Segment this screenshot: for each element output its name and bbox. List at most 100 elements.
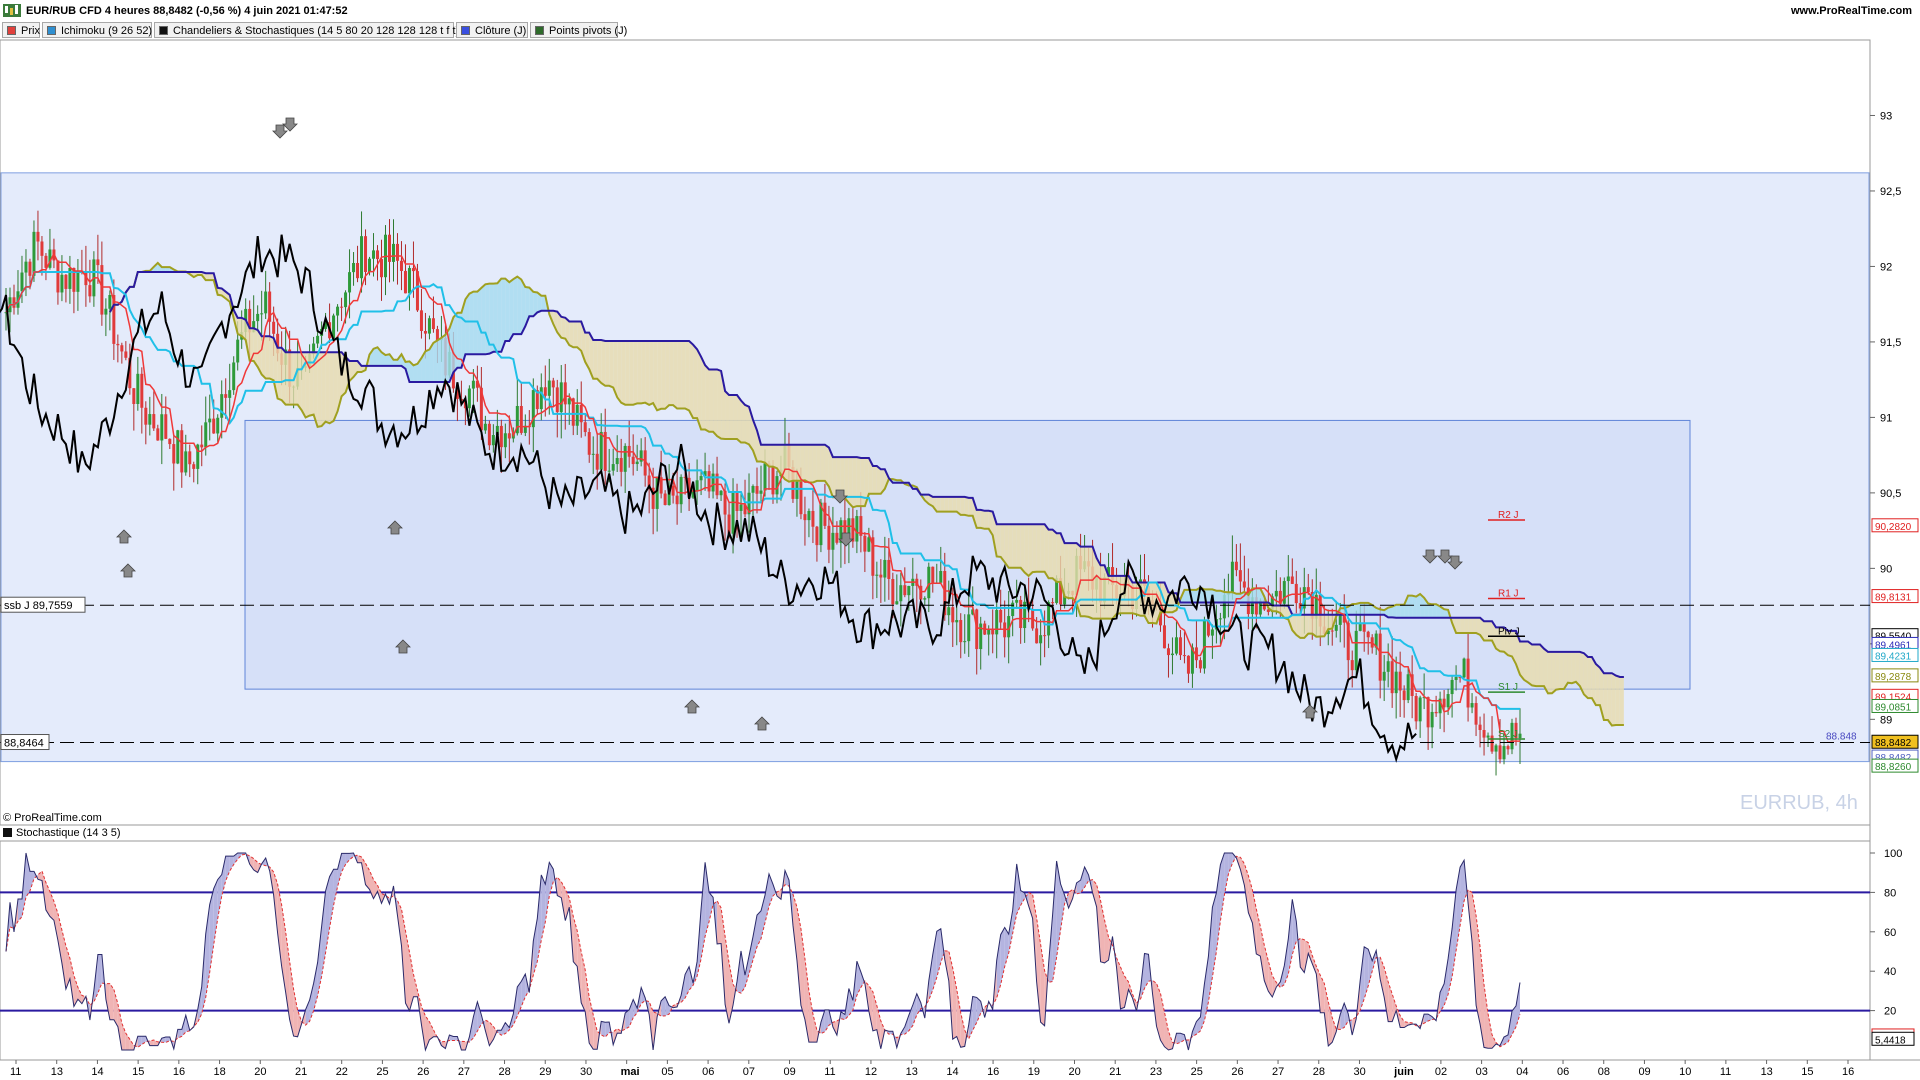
kumo-segment	[725, 391, 730, 440]
candle-body	[376, 250, 380, 260]
kumo-segment	[1072, 543, 1077, 604]
candle-body	[1462, 658, 1466, 678]
kumo-segment	[649, 340, 654, 405]
candle-body	[903, 585, 907, 596]
kumo-segment	[1216, 590, 1221, 603]
candle-body	[771, 466, 775, 495]
kumo-segment	[641, 340, 646, 404]
candle-body	[759, 490, 763, 494]
candle-body	[963, 641, 967, 643]
candle-body	[991, 629, 995, 635]
candle-body	[1210, 629, 1214, 636]
candle-body	[679, 476, 683, 505]
stochastic-color-icon	[3, 828, 12, 837]
stochastic-title-label: Stochastique (14 3 5)	[16, 827, 121, 839]
candle-body	[200, 444, 204, 448]
candle-body	[391, 243, 395, 262]
candle-body	[352, 262, 356, 273]
candle-body	[755, 486, 759, 494]
kumo-segment	[1088, 546, 1093, 619]
kumo-segment	[373, 347, 378, 366]
kumo-segment	[1028, 524, 1033, 576]
x-axis-label: 29	[539, 1066, 551, 1078]
candle-body	[108, 294, 112, 309]
candle-body	[795, 481, 799, 499]
kumo-segment	[1472, 617, 1477, 634]
kumo-segment	[497, 278, 502, 352]
kumo-segment	[297, 352, 302, 411]
candle-body	[491, 435, 495, 446]
kumo-segment	[673, 340, 678, 409]
x-axis-label: 25	[376, 1066, 388, 1078]
stochastic-fill-segment	[1176, 1033, 1181, 1044]
candle-body	[1242, 581, 1246, 588]
candle-body	[1290, 576, 1294, 584]
candle-body	[503, 433, 507, 448]
kumo-segment	[205, 273, 210, 281]
candle-body	[180, 430, 184, 473]
x-axis-label: 14	[946, 1066, 958, 1078]
kumo-segment	[1036, 524, 1041, 572]
candle-body	[1354, 630, 1358, 671]
kumo-segment	[804, 444, 809, 483]
candle-body	[1450, 679, 1454, 695]
kumo-segment	[281, 347, 286, 405]
x-axis-label: 16	[1842, 1066, 1854, 1078]
candle-body	[1498, 745, 1502, 760]
candle-body	[575, 404, 579, 426]
candle-body	[176, 430, 180, 464]
candle-body	[1490, 735, 1494, 752]
candle-body	[867, 537, 871, 552]
kumo-segment	[441, 334, 446, 382]
candle-body	[951, 607, 955, 623]
kumo-segment	[713, 369, 718, 437]
stochastic-title[interactable]: Stochastique (14 3 5)	[0, 825, 160, 841]
candle-body	[1466, 658, 1470, 708]
kumo-segment	[1551, 651, 1556, 694]
kumo-segment	[1456, 617, 1461, 634]
candle-body	[12, 297, 16, 308]
kumo-segment	[681, 340, 686, 409]
candle-body	[136, 373, 140, 404]
kumo-segment	[277, 347, 282, 401]
x-axis-label: 16	[173, 1066, 185, 1078]
candle-body	[1198, 660, 1202, 669]
right-price-label: 89,2878	[1875, 672, 1912, 683]
stochastic-axis-label: 20	[1884, 1006, 1896, 1018]
x-axis-label: 13	[51, 1066, 63, 1078]
instrument-watermark: EURRUB, 4h	[1740, 792, 1858, 814]
candle-body	[260, 313, 264, 315]
stochastic-fill-segment	[453, 1036, 458, 1041]
candle-body	[256, 313, 260, 322]
candle-body	[1486, 735, 1490, 738]
candle-body	[595, 453, 599, 470]
price-chart[interactable]: R2 J R1 J Piv J S1 J S2 J 88.848 ssb J 89,7559…	[0, 0, 1920, 1080]
candle-body	[471, 380, 475, 389]
candle-body	[168, 438, 172, 445]
candle-body	[216, 417, 220, 434]
kumo-segment	[609, 340, 614, 388]
kumo-segment	[1559, 651, 1564, 689]
candle-body	[699, 476, 703, 481]
range-box-inner	[244, 419, 1691, 690]
kumo-segment	[848, 457, 853, 508]
candle-body	[975, 609, 979, 650]
kumo-segment	[745, 404, 750, 445]
candle-body	[599, 431, 603, 470]
candle-body	[619, 458, 623, 472]
x-axis-label: mai	[621, 1066, 640, 1078]
candle-body	[899, 585, 903, 602]
candle-body	[1182, 655, 1186, 657]
kumo-segment	[1595, 664, 1600, 706]
x-axis-label: 02	[1435, 1066, 1447, 1078]
pivot-label: Piv J	[1498, 626, 1520, 637]
candle-body	[1442, 698, 1446, 708]
stochastic-fill-segment	[461, 1041, 466, 1050]
candle-body	[1406, 674, 1410, 701]
candle-body	[152, 414, 156, 429]
kumo-segment	[437, 337, 442, 382]
candle-body	[487, 423, 491, 446]
x-axis-label: 30	[1353, 1066, 1365, 1078]
x-axis-label: 30	[580, 1066, 592, 1078]
x-axis-label: 08	[1598, 1066, 1610, 1078]
